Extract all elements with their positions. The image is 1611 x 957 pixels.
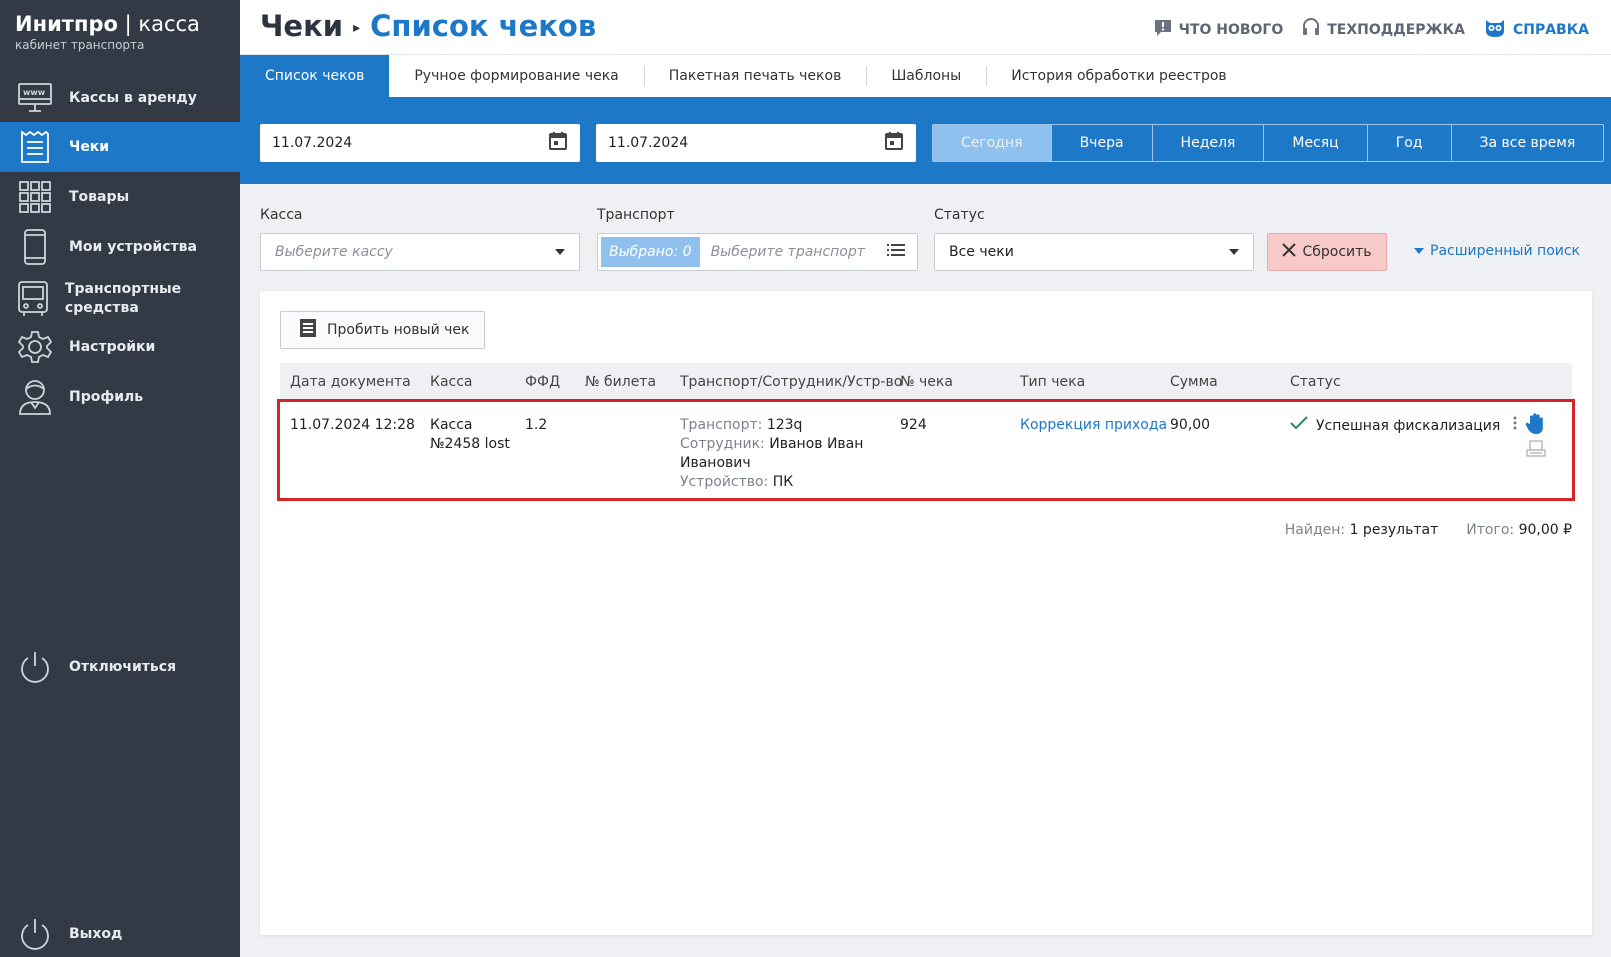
calendar-icon[interactable]	[884, 131, 904, 155]
brand[interactable]: Инитпро | касса кабинет транспорта	[0, 0, 240, 68]
date-from-input[interactable]: 11.07.2024	[260, 124, 580, 162]
receipt-icon	[15, 127, 55, 167]
bus-icon	[15, 279, 51, 319]
column-ticket[interactable]: № билета	[585, 374, 656, 390]
logout-button[interactable]: Выход	[0, 911, 240, 957]
row-number: 924	[900, 417, 927, 433]
sidebar-item-vehicles[interactable]: Транспортные средства	[0, 274, 240, 324]
total-sum: Итого: 90,00 ₽	[1466, 522, 1572, 538]
www-monitor-icon: www	[15, 78, 55, 118]
sidebar-item-checks[interactable]: Чеки	[0, 122, 240, 172]
breadcrumb-parent[interactable]: Чеки	[260, 9, 343, 43]
period-yesterday[interactable]: Вчера	[1050, 125, 1152, 161]
power-icon	[15, 914, 55, 954]
hand-icon[interactable]	[1525, 412, 1547, 440]
news-icon	[1153, 18, 1173, 42]
row-type-link[interactable]: Коррекция прихода	[1020, 416, 1167, 435]
breadcrumb: Чеки ▸ Список чеков	[260, 9, 596, 43]
kassa-select[interactable]: Выберите кассу	[260, 233, 580, 271]
transport-select[interactable]: Выбрано: 0 Выберите транспорт	[597, 233, 918, 271]
tab-registry-history[interactable]: История обработки реестров	[986, 55, 1251, 97]
disconnect-button[interactable]: Отключиться	[0, 644, 240, 690]
status-select[interactable]: Все чеки	[934, 233, 1254, 271]
period-today[interactable]: Сегодня	[933, 125, 1051, 161]
check-icon	[1290, 416, 1308, 436]
period-year[interactable]: Год	[1366, 125, 1451, 161]
grid-icon	[15, 177, 55, 217]
selected-count-chip: Выбрано: 0	[601, 237, 700, 267]
new-check-button[interactable]: Пробить новый чек	[280, 311, 486, 349]
page-title: Список чеков	[370, 9, 597, 43]
sidebar: Инитпро | касса кабинет транспорта www К…	[0, 0, 240, 957]
row-date: 11.07.2024 12:28	[290, 417, 415, 433]
phone-icon	[15, 227, 55, 267]
date-to-input[interactable]: 11.07.2024	[596, 124, 916, 162]
more-options-icon[interactable]	[1512, 416, 1518, 434]
brand-title: Инитпро | касса	[15, 12, 200, 36]
column-type[interactable]: Тип чека	[1020, 374, 1085, 390]
whats-new-link[interactable]: ЧТО НОВОГО	[1153, 17, 1283, 43]
tab-batch-print[interactable]: Пакетная печать чеков	[643, 55, 867, 97]
calendar-icon[interactable]	[548, 131, 568, 155]
tab-templates[interactable]: Шаблоны	[866, 55, 986, 97]
close-icon	[1282, 243, 1297, 261]
chevron-down-icon	[555, 249, 565, 255]
column-date[interactable]: Дата документа	[290, 374, 411, 390]
tab-bar: Список чеков Ручное формирование чека Па…	[240, 55, 1611, 97]
topbar: Чеки ▸ Список чеков ЧТО НОВОГО ТЕХПОДДЕРЖК…	[240, 0, 1611, 55]
caret-down-icon	[1414, 248, 1424, 254]
tab-check-list[interactable]: Список чеков	[240, 55, 390, 97]
power-icon	[15, 647, 55, 687]
row-status: Успешная фискализация	[1290, 416, 1500, 436]
sidebar-item-kassy-rent[interactable]: www Кассы в аренду	[0, 73, 240, 123]
receipt-icon	[299, 318, 317, 342]
column-transport[interactable]: Транспорт/Сотрудник/Устр-во	[680, 374, 902, 390]
help-link[interactable]: СПРАВКА	[1483, 17, 1589, 43]
reset-button[interactable]: Сбросить	[1267, 233, 1387, 271]
period-month[interactable]: Месяц	[1263, 125, 1366, 161]
transport-filter-label: Транспорт	[597, 207, 675, 223]
brand-subtitle: кабинет транспорта	[15, 38, 145, 52]
support-link[interactable]: ТЕХПОДДЕРЖКА	[1301, 17, 1465, 43]
sidebar-item-profile[interactable]: Профиль	[0, 372, 240, 422]
status-filter-label: Статус	[934, 207, 985, 223]
column-status[interactable]: Статус	[1290, 374, 1341, 390]
column-sum[interactable]: Сумма	[1170, 374, 1218, 390]
date-filter-band: 11.07.2024 11.07.2024 Сегодня Вчера Неде…	[240, 97, 1611, 184]
list-icon[interactable]	[887, 243, 905, 261]
row-ffd: 1.2	[525, 417, 548, 433]
printer-icon[interactable]	[1526, 439, 1546, 463]
top-links: ЧТО НОВОГО ТЕХПОДДЕРЖКА СПРАВКА	[1153, 17, 1589, 43]
owl-icon	[1483, 17, 1507, 43]
user-icon	[15, 377, 55, 417]
checks-card: Пробить новый чек Дата документа Касса Ф…	[260, 291, 1592, 935]
tab-manual-check[interactable]: Ручное формирование чека	[389, 55, 643, 97]
svg-text:www: www	[23, 88, 46, 97]
column-ffd[interactable]: ФФД	[525, 374, 560, 390]
row-kassa: Касса №2458 lost	[430, 417, 510, 452]
sidebar-item-devices[interactable]: Мои устройства	[0, 222, 240, 272]
row-transport: Транспорт: 123q Сотрудник: Иванов Иван И…	[680, 417, 864, 490]
chevron-down-icon	[1229, 249, 1239, 255]
found-count: Найден: 1 результат	[1284, 522, 1439, 538]
column-number[interactable]: № чека	[900, 374, 953, 390]
kassa-filter-label: Касса	[260, 207, 303, 223]
row-sum: 90,00	[1170, 417, 1211, 433]
period-all-time[interactable]: За все время	[1450, 125, 1604, 161]
table-row[interactable]: 11.07.2024 12:28 Касса №2458 lost 1.2 Тр…	[277, 399, 1575, 501]
period-selector: Сегодня Вчера Неделя Месяц Год За все вр…	[932, 124, 1605, 162]
advanced-search-link[interactable]: Расширенный поиск	[1414, 243, 1580, 259]
sidebar-item-goods[interactable]: Товары	[0, 172, 240, 222]
sidebar-item-settings[interactable]: Настройки	[0, 322, 240, 372]
headset-icon	[1301, 17, 1321, 43]
table-header: Дата документа Касса ФФД № билета Трансп…	[280, 363, 1572, 401]
gear-icon	[15, 327, 55, 367]
period-week[interactable]: Неделя	[1151, 125, 1264, 161]
results-summary: Найден: 1 результат Итого: 90,00 ₽	[1285, 522, 1572, 538]
column-kassa[interactable]: Касса	[430, 374, 473, 390]
breadcrumb-arrow-icon: ▸	[353, 20, 361, 36]
